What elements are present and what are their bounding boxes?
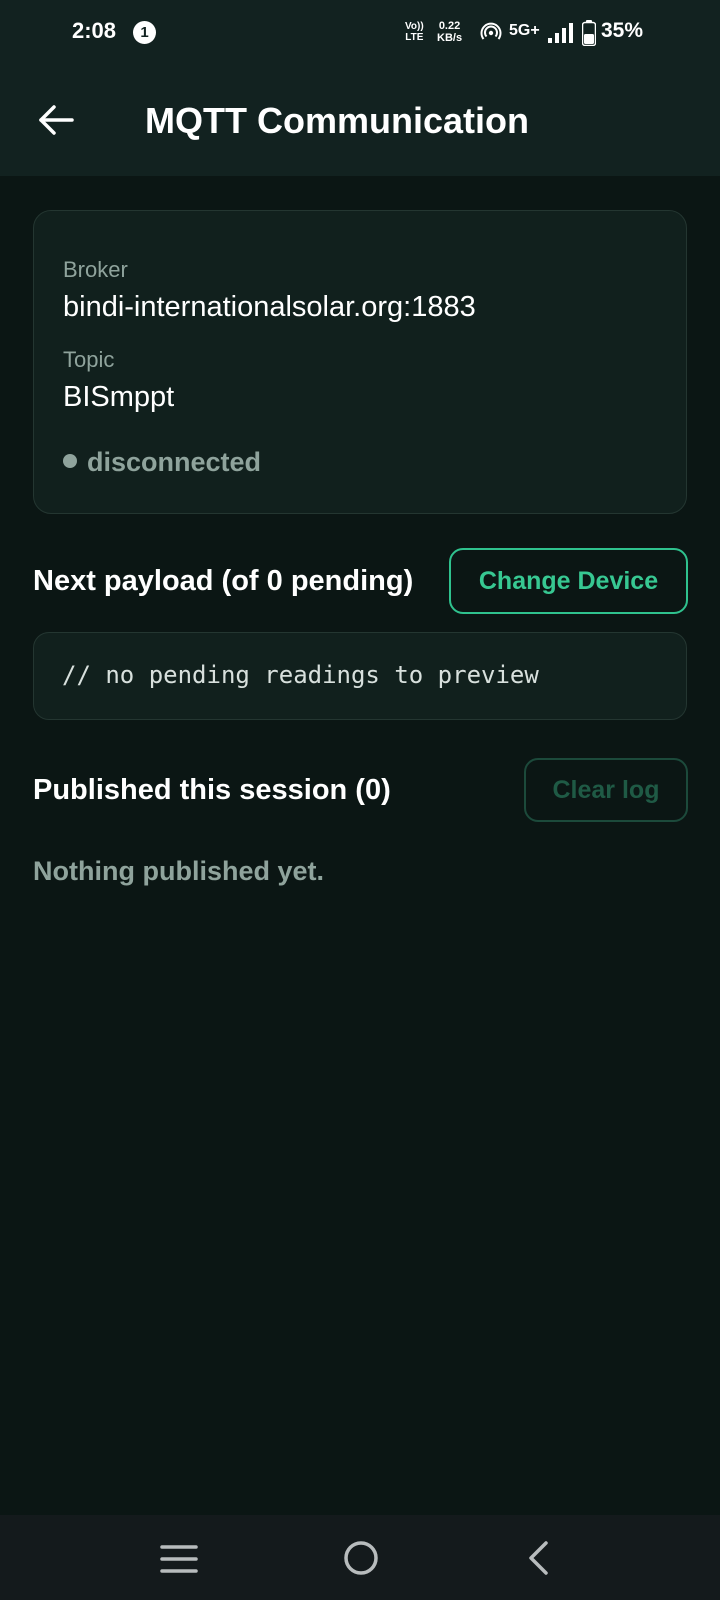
chevron-left-icon[interactable] [526, 1540, 552, 1576]
hotspot-icon [480, 22, 502, 40]
net-speed-unit: KB/s [437, 32, 463, 44]
broker-label: Broker [63, 257, 128, 282]
battery-icon [582, 20, 596, 46]
connection-status: disconnected [63, 447, 261, 478]
topic-value: BISmppt [63, 381, 175, 413]
menu-lines-icon[interactable] [160, 1542, 198, 1576]
clear-log-button[interactable]: Clear log [524, 758, 688, 822]
signal-strength-icon [548, 23, 573, 43]
empty-published-message: Nothing published yet. [33, 856, 324, 886]
status-bar: 2:08 1 Vo)) LTE 0.22 KB/s 5G+ 35% [0, 0, 720, 66]
status-dot-icon [63, 454, 77, 468]
status-time: 2:08 [72, 18, 117, 43]
notification-badge: 1 [133, 21, 156, 44]
volte-top-label: Vo)) [405, 21, 424, 32]
page-title: MQTT Communication [145, 100, 529, 141]
circle-home-icon[interactable] [343, 1540, 379, 1576]
broker-value: bindi-internationalsolar.org:1883 [63, 291, 476, 323]
system-nav-bar [0, 1515, 720, 1600]
volte-indicator: Vo)) LTE [405, 21, 424, 43]
connection-info-card: Broker bindi-internationalsolar.org:1883… [33, 210, 687, 514]
topic-label: Topic [63, 347, 115, 372]
published-heading: Published this session (0) [33, 774, 391, 806]
back-button[interactable] [36, 100, 76, 140]
app-header: 2:08 1 Vo)) LTE 0.22 KB/s 5G+ 35% MQTT C… [0, 0, 720, 176]
change-device-button[interactable]: Change Device [449, 548, 688, 614]
arrow-left-icon [39, 105, 74, 135]
battery-percentage: 35% [601, 19, 644, 42]
next-payload-heading: Next payload (of 0 pending) [33, 565, 414, 597]
network-type: 5G+ [509, 22, 540, 39]
net-speed-indicator: 0.22 KB/s [437, 20, 462, 44]
volte-bottom-label: LTE [405, 32, 424, 43]
net-speed-value: 0.22 [438, 20, 461, 32]
payload-preview-text: // no pending readings to preview [62, 661, 539, 689]
connection-status-text: disconnected [87, 447, 262, 477]
payload-preview: // no pending readings to preview [33, 632, 687, 720]
